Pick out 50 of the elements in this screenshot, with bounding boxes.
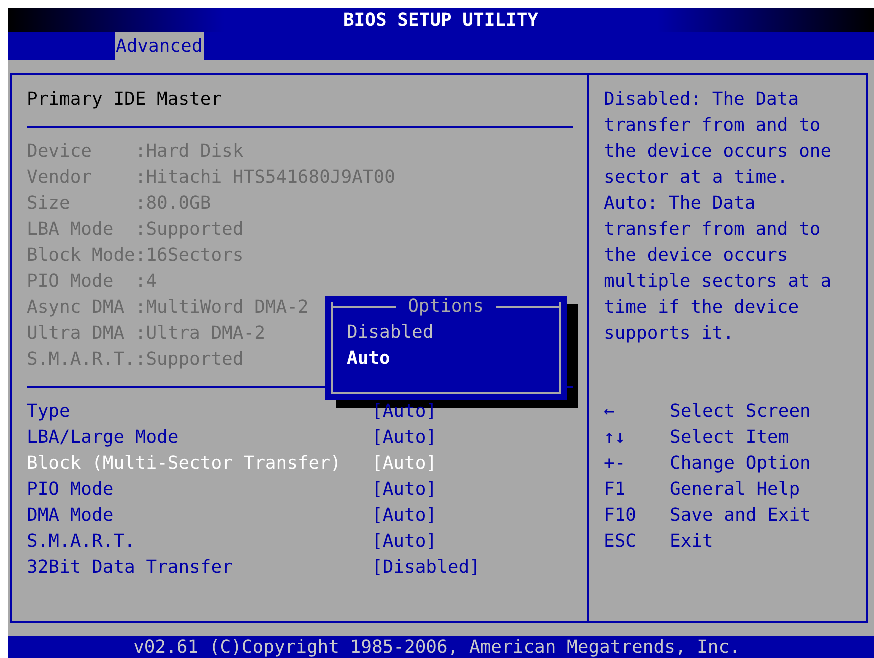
help-text: Auto: The Data transfer from and to the device occurs multiple sectors at a time if the device supports it. — [604, 192, 833, 346]
copyright-bar: v02.61 (C)Copyright 1985-2006, American Megatrends, Inc. — [8, 636, 874, 658]
info-value: :MultiWord DMA-2 — [135, 296, 309, 320]
setting-label[interactable]: S.M.A.R.T. — [27, 529, 136, 555]
menu-tab[interactable]: Advanced — [115, 32, 204, 60]
key-action: General Help — [670, 478, 800, 502]
info-label: Size — [27, 192, 72, 216]
info-value: :16Sectors — [135, 244, 244, 268]
key-action: Select Item — [670, 426, 790, 450]
option-item[interactable]: Disabled — [347, 320, 434, 346]
section-title: Primary IDE Master — [27, 88, 224, 112]
key-name: ESC — [604, 530, 637, 554]
key-name: F1 — [604, 478, 626, 502]
setting-label[interactable]: PIO Mode — [27, 477, 114, 503]
help-text: Disabled: The Data transfer from and to the device occurs one sector at a time. — [604, 88, 833, 190]
key-name: ← — [604, 400, 615, 424]
setting-value[interactable]: [Disabled] — [372, 555, 480, 581]
setting-value[interactable]: [Auto] — [372, 529, 438, 555]
info-label: PIO Mode — [27, 270, 115, 294]
setting-label[interactable]: Type — [27, 399, 70, 425]
setting-label[interactable]: 32Bit Data Transfer — [27, 555, 233, 581]
info-value: :80.0GB — [135, 192, 212, 216]
key-action: Save and Exit — [670, 504, 811, 528]
info-label: Async DMA — [27, 296, 126, 320]
info-label: Ultra DMA — [27, 322, 126, 346]
setting-label[interactable]: LBA/Large Mode — [27, 425, 179, 451]
info-label: Vendor — [27, 166, 94, 190]
info-value: :Supported — [135, 218, 244, 242]
info-value: :Hitachi HTS541680J9AT00 — [135, 166, 396, 190]
info-value: :Hard Disk — [135, 140, 244, 164]
key-action: Select Screen — [670, 400, 811, 424]
key-action: Exit — [670, 530, 714, 554]
option-item[interactable]: Auto — [347, 346, 390, 372]
info-value: :Ultra DMA-2 — [135, 322, 266, 346]
info-label: Block Mode — [27, 244, 136, 268]
info-value: :Supported — [135, 348, 244, 372]
setting-label[interactable]: DMA Mode — [27, 503, 114, 529]
setting-value[interactable]: [Auto] — [372, 503, 438, 529]
setting-value[interactable]: [Auto] — [372, 477, 438, 503]
setting-value[interactable]: [Auto] — [372, 425, 438, 451]
info-label: S.M.A.R.T. — [27, 348, 136, 372]
popup-title: Options — [408, 295, 484, 319]
key-name: ↑↓ — [604, 426, 626, 450]
info-label: LBA Mode — [27, 218, 115, 242]
info-label: Device — [27, 140, 94, 164]
key-action: Change Option — [670, 452, 811, 476]
title-bar: BIOS SETUP UTILITY — [8, 8, 874, 32]
key-name: F10 — [604, 504, 637, 528]
key-name: +- — [604, 452, 626, 476]
info-value: :4 — [135, 270, 158, 294]
